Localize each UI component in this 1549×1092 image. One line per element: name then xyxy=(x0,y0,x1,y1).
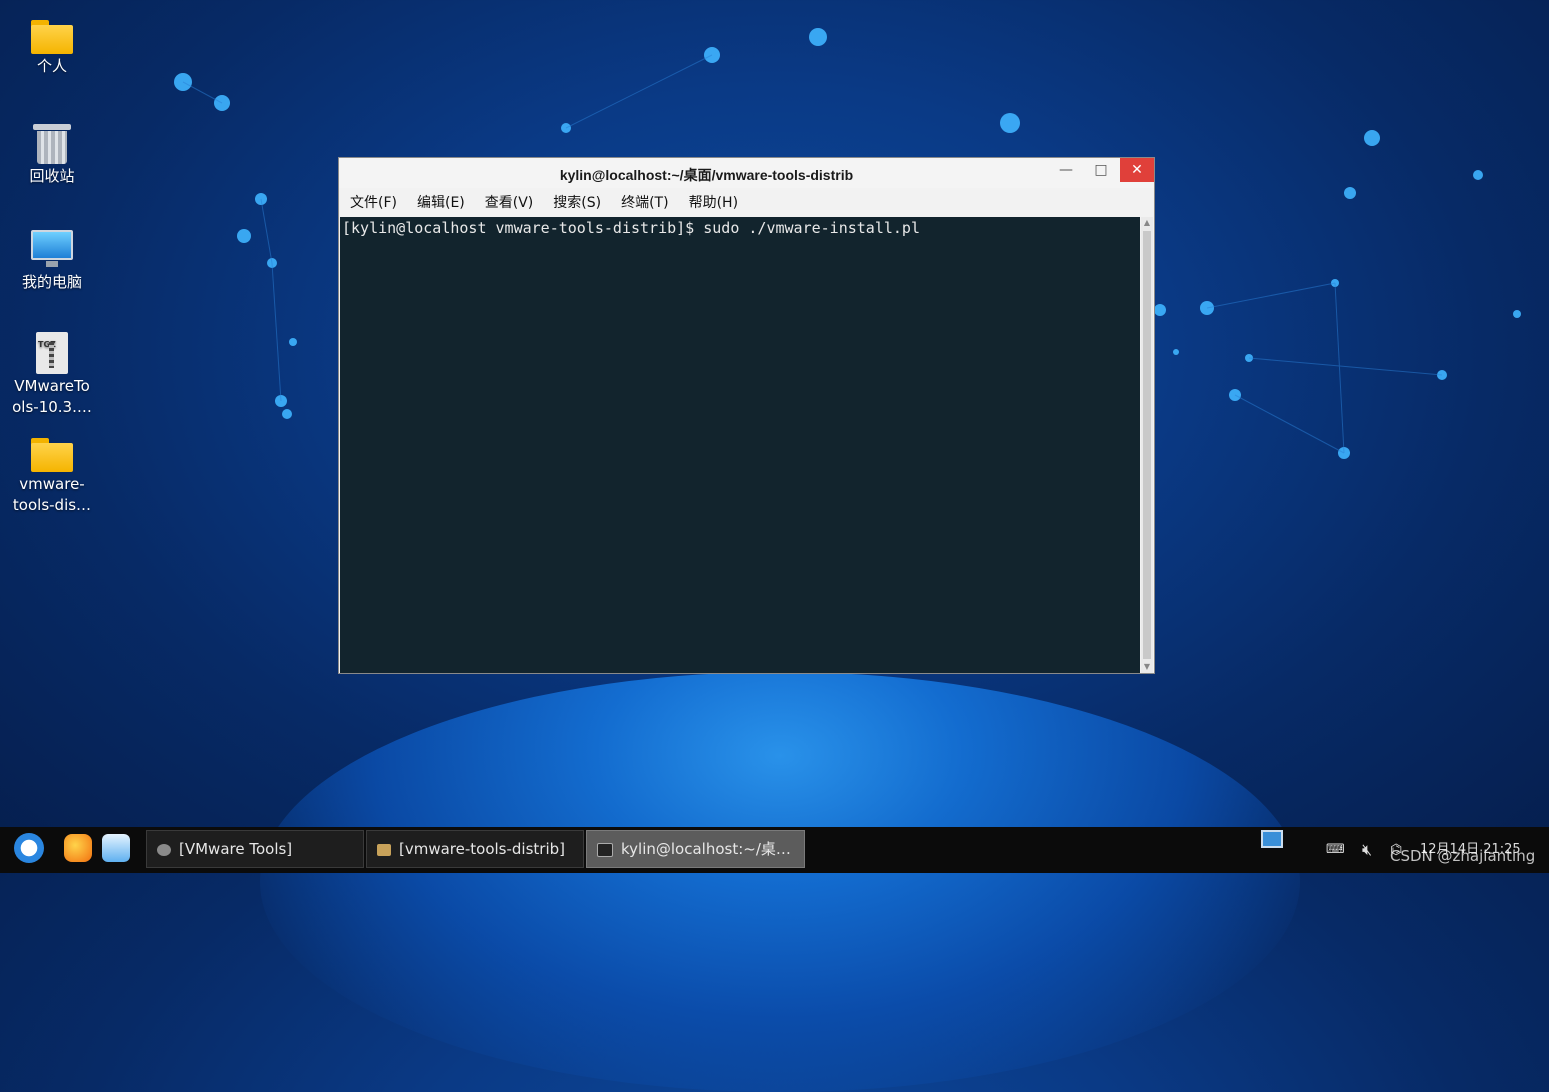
window-title: kylin@localhost:~/桌面/vmware-tools-distri… xyxy=(559,167,854,183)
desktop-icon-vmwaretools-archive[interactable]: TGZ VMwareTo ols-10.3.… xyxy=(7,332,97,418)
desktop-icon-label: vmware- tools-dis… xyxy=(12,475,92,514)
desktop-icon-label: 回收站 xyxy=(29,167,75,185)
terminal-scrollbar[interactable]: ▲ ▼ xyxy=(1141,217,1153,673)
menubar: 文件(F) 编辑(E) 查看(V) 搜索(S) 终端(T) 帮助(H) xyxy=(339,188,1154,216)
folder-icon xyxy=(377,843,391,856)
window-titlebar[interactable]: kylin@localhost:~/桌面/vmware-tools-distri… xyxy=(339,158,1154,188)
menu-file[interactable]: 文件(F) xyxy=(350,192,397,212)
task-terminal[interactable]: kylin@localhost:~/桌… xyxy=(586,830,805,868)
task-vmware-tools-distrib[interactable]: [vmware-tools-distrib] xyxy=(366,830,584,868)
desktop-icon-label: 我的电脑 xyxy=(21,273,82,291)
desktop-icon-label: 个人 xyxy=(36,57,67,75)
task-label: [vmware-tools-distrib] xyxy=(399,840,566,858)
start-menu-icon[interactable] xyxy=(14,833,44,863)
menu-help[interactable]: 帮助(H) xyxy=(689,192,738,212)
trash-icon xyxy=(33,124,71,164)
desktop-icon-trash[interactable]: 回收站 xyxy=(7,124,97,187)
browser-icon[interactable] xyxy=(64,834,92,862)
scrollbar-thumb[interactable] xyxy=(1143,231,1151,659)
menu-view[interactable]: 查看(V) xyxy=(485,192,534,212)
keyboard-icon[interactable]: ⌨ xyxy=(1326,827,1345,873)
terminal-output[interactable]: [kylin@localhost vmware-tools-distrib]$ … xyxy=(340,217,1140,673)
watermark-text: CSDN @zhajianting xyxy=(1390,847,1536,865)
maximize-button[interactable]: □ xyxy=(1084,158,1118,182)
task-vmware-tools[interactable]: [VMware Tools] xyxy=(146,830,364,868)
desktop-icon-computer[interactable]: 我的电脑 xyxy=(7,230,97,293)
terminal-window: kylin@localhost:~/桌面/vmware-tools-distri… xyxy=(338,157,1155,674)
file-manager-icon[interactable] xyxy=(102,834,130,862)
scroll-up-icon[interactable]: ▲ xyxy=(1141,217,1153,229)
desktop-icon-home[interactable]: 个人 xyxy=(7,20,97,77)
taskbar: [VMware Tools] [vmware-tools-distrib] ky… xyxy=(0,827,1549,873)
desktop-icon-vmware-tools-folder[interactable]: vmware- tools-dis… xyxy=(7,438,97,516)
tgz-archive-icon: TGZ xyxy=(36,332,68,374)
menu-edit[interactable]: 编辑(E) xyxy=(417,192,465,212)
minimize-button[interactable]: — xyxy=(1049,158,1083,182)
computer-icon xyxy=(31,230,73,270)
close-button[interactable]: ✕ xyxy=(1120,158,1154,182)
desktop-icon-label: VMwareTo ols-10.3.… xyxy=(12,377,92,416)
wallpaper-globe xyxy=(260,672,1300,1092)
task-label: kylin@localhost:~/桌… xyxy=(621,840,791,858)
menu-search[interactable]: 搜索(S) xyxy=(553,192,601,212)
show-desktop-icon[interactable] xyxy=(1261,830,1283,848)
folder-icon xyxy=(31,438,73,472)
task-label: [VMware Tools] xyxy=(179,840,293,858)
volume-muted-icon[interactable]: 🔇︎ xyxy=(1362,827,1372,873)
terminal-icon xyxy=(597,842,613,857)
scroll-down-icon[interactable]: ▼ xyxy=(1141,661,1153,673)
terminal-line: [kylin@localhost vmware-tools-distrib]$ … xyxy=(342,219,920,237)
menu-terminal[interactable]: 终端(T) xyxy=(621,192,668,212)
home-folder-icon xyxy=(31,20,73,54)
disc-icon xyxy=(157,843,171,856)
